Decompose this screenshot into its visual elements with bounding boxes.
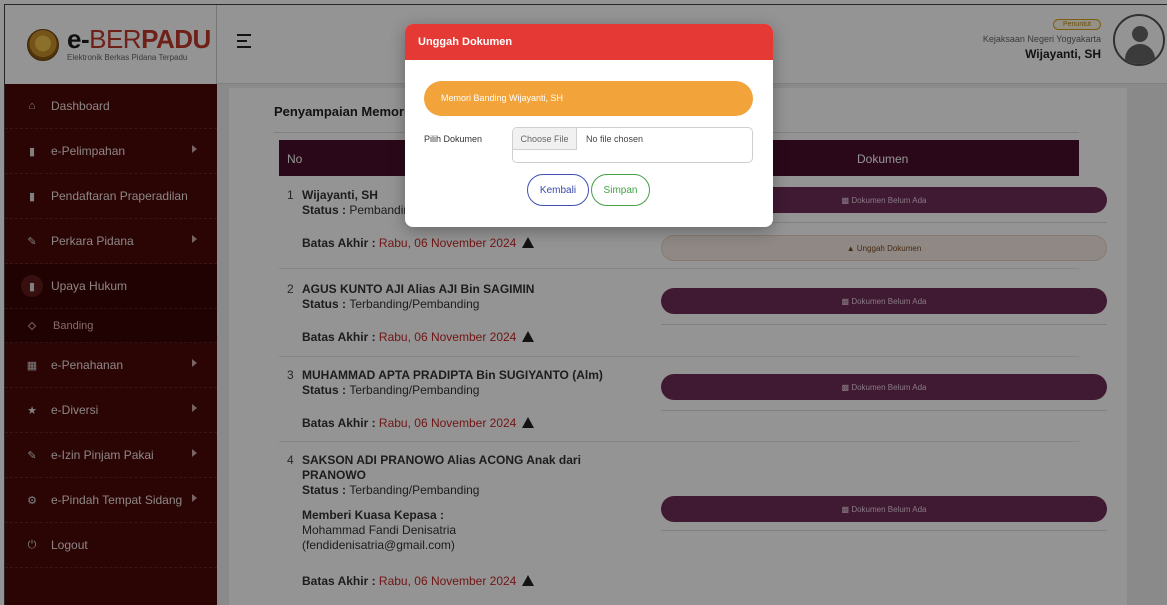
- choose-file-button[interactable]: Choose File: [513, 128, 577, 150]
- save-button[interactable]: Simpan: [591, 174, 650, 206]
- document-banner: Memori Banding Wijayanti, SH: [424, 81, 753, 116]
- file-label: Pilih Dokumen: [424, 134, 483, 144]
- file-status: No file chosen: [586, 134, 644, 144]
- back-button[interactable]: Kembali: [527, 174, 589, 206]
- upload-document-dialog: Unggah Dokumen Memori Banding Wijayanti,…: [405, 24, 773, 227]
- file-input[interactable]: Choose File No file chosen: [512, 127, 753, 163]
- dialog-title: Unggah Dokumen: [405, 24, 773, 60]
